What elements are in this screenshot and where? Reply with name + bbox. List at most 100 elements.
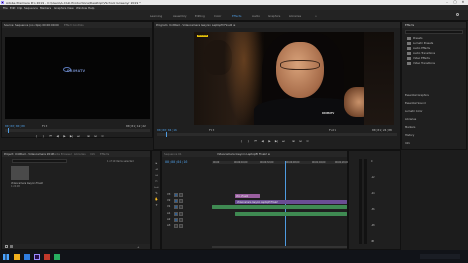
program-go-out-button[interactable]: ⏭ <box>281 139 286 143</box>
selection-tool[interactable]: ▸ <box>154 161 159 165</box>
program-mark-out-button[interactable]: } <box>246 139 251 143</box>
section-info[interactable]: Info <box>405 142 410 145</box>
toggle-track-mute[interactable] <box>174 212 178 216</box>
hand-tool[interactable]: ✋ <box>154 197 159 201</box>
section-essential-sound[interactable]: Essential Sound <box>405 102 426 105</box>
toggle-track-output[interactable] <box>174 205 178 209</box>
program-fit-select[interactable]: Fit <box>209 128 214 132</box>
clip-v1[interactable]: Videocamera Gwynin Laptopfil Final2 <box>235 200 347 204</box>
toggle-track-mute[interactable] <box>174 224 178 228</box>
taskbar-app-icon[interactable] <box>14 253 20 260</box>
search-icon[interactable] <box>456 13 459 16</box>
effects-search-input[interactable] <box>405 30 463 34</box>
toggle-track-solo[interactable] <box>179 212 183 216</box>
program-extract-button[interactable]: ⊟ <box>298 139 303 143</box>
tab-sequence-01[interactable]: Sequence 01 <box>164 152 182 156</box>
toggle-track-solo[interactable] <box>179 218 183 222</box>
toggle-track-lock[interactable] <box>179 199 183 203</box>
track-header-a3[interactable]: A3 <box>167 224 170 227</box>
workspace-libraries[interactable]: Libraries <box>289 14 301 18</box>
tab-program[interactable]: Program: Untitled - Videocamera Gwynin L… <box>156 23 235 27</box>
workspace-assembly[interactable]: Assembly <box>173 14 186 18</box>
source-go-out-button[interactable]: ⏭ <box>76 134 81 138</box>
program-play-button[interactable]: ▶ <box>267 139 272 143</box>
source-step-forward-button[interactable]: ▶| <box>69 134 74 138</box>
source-play-button[interactable]: ▶ <box>62 134 67 138</box>
pen-tool[interactable]: ✎ <box>154 191 159 195</box>
effects-folder-video-transitions[interactable]: Video Transitions <box>413 62 435 65</box>
taskbar-app-icon[interactable] <box>44 253 50 260</box>
effects-folder-video-effects[interactable]: Video Effects <box>413 57 430 60</box>
toggle-track-solo[interactable] <box>179 224 183 228</box>
workspace-effects[interactable]: Effects <box>232 14 242 18</box>
section-libraries[interactable]: Libraries <box>405 118 416 121</box>
list-view-icon[interactable] <box>5 245 8 248</box>
track-select-tool[interactable]: ⇥ <box>154 167 159 171</box>
effects-folder-lumetri[interactable]: Lumetri Presets <box>413 42 433 45</box>
slip-tool[interactable]: ⟷ <box>154 185 159 189</box>
section-history[interactable]: History <box>405 134 414 137</box>
program-quality-select[interactable]: Full <box>329 128 336 132</box>
source-step-back-button[interactable]: ◀ <box>55 134 60 138</box>
windows-start-icon[interactable] <box>3 253 9 260</box>
project-bin-thumbnail[interactable] <box>11 166 29 180</box>
tab-info[interactable]: Info <box>90 152 95 156</box>
toggle-track-lock[interactable] <box>179 205 183 209</box>
program-step-back-button[interactable]: ◀ <box>260 139 265 143</box>
effects-panel-title[interactable]: Effects <box>405 23 414 27</box>
program-go-in-button[interactable]: ⏮ <box>253 139 258 143</box>
effects-folder-presets[interactable]: Presets <box>413 37 422 40</box>
taskbar-app-icon[interactable] <box>34 253 40 260</box>
system-tray[interactable] <box>420 254 460 259</box>
project-search-input[interactable] <box>12 159 67 163</box>
clip-a2[interactable] <box>235 212 347 216</box>
track-header-v3[interactable]: V3 <box>167 193 170 196</box>
toggle-track-output[interactable] <box>174 193 178 197</box>
program-export-frame-button[interactable]: ⊙ <box>305 139 310 143</box>
program-playhead[interactable] <box>166 132 167 137</box>
effects-folder-audio-effects[interactable]: Audio Effects <box>413 47 430 50</box>
source-fit-select[interactable]: Fit <box>42 124 47 128</box>
track-header-a2[interactable]: A2 <box>167 218 170 221</box>
tab-timeline-sequence[interactable]: Videocamera Gwynin Laptopfil Final2 ≡ <box>217 152 270 156</box>
source-insert-button[interactable]: ⊞ <box>86 134 91 138</box>
tab-project[interactable]: Project: Untitled - Videocamera 2019 <box>4 152 54 156</box>
source-go-in-button[interactable]: ⏮ <box>48 134 53 138</box>
source-mark-in-button[interactable]: { <box>34 134 39 138</box>
new-item-icon[interactable]: + <box>137 245 140 249</box>
type-tool[interactable]: T <box>154 203 159 207</box>
program-step-forward-button[interactable]: ▶| <box>274 139 279 143</box>
section-essential-graphics[interactable]: Essential Graphics <box>405 94 429 97</box>
source-overwrite-button[interactable]: ⊟ <box>93 134 98 138</box>
source-scrub-bar[interactable] <box>5 129 150 132</box>
workspace-learning[interactable]: Learning <box>150 14 162 18</box>
workspace-graphics[interactable]: Graphics <box>268 14 280 18</box>
program-mark-in-button[interactable]: { <box>239 139 244 143</box>
source-mark-out-button[interactable]: } <box>41 134 46 138</box>
taskbar-app-icon[interactable] <box>54 253 60 260</box>
toggle-track-mute[interactable] <box>174 218 178 222</box>
track-header-v1[interactable]: V1 <box>167 205 170 208</box>
icon-view-icon[interactable] <box>10 245 13 248</box>
section-lumetri-color[interactable]: Lumetri Color <box>405 110 423 113</box>
section-markers[interactable]: Markers <box>405 126 415 129</box>
workspace-editing[interactable]: Editing <box>195 14 205 18</box>
source-export-frame-button[interactable]: ⊙ <box>100 134 105 138</box>
track-header-v2[interactable]: V2 <box>167 199 170 202</box>
ripple-edit-tool[interactable]: ↔ <box>154 173 159 177</box>
razor-tool[interactable]: ✂ <box>154 179 159 183</box>
effects-folder-audio-transitions[interactable]: Audio Transitions <box>413 52 435 55</box>
taskbar-app-icon[interactable] <box>24 253 30 260</box>
toggle-track-lock[interactable] <box>179 193 183 197</box>
tab-media-browser[interactable]: Media Browser <box>52 152 72 156</box>
workspace-overflow-icon[interactable]: » <box>315 14 317 18</box>
track-header-a1[interactable]: A1 <box>167 212 170 215</box>
tab-effects[interactable]: Effects <box>100 152 109 156</box>
program-lift-button[interactable]: ⊞ <box>291 139 296 143</box>
timeline-timecode[interactable]: 00;00;04;16 <box>165 160 187 164</box>
tab-libraries[interactable]: Libraries <box>74 152 86 156</box>
tab-source[interactable]: Source: Sequence (no clips) 00:00:00:00 <box>4 23 59 27</box>
clip-v2[interactable]: Vid...Final2 <box>235 194 260 198</box>
toggle-track-output[interactable] <box>174 199 178 203</box>
workspace-audio[interactable]: Audio <box>252 14 260 18</box>
